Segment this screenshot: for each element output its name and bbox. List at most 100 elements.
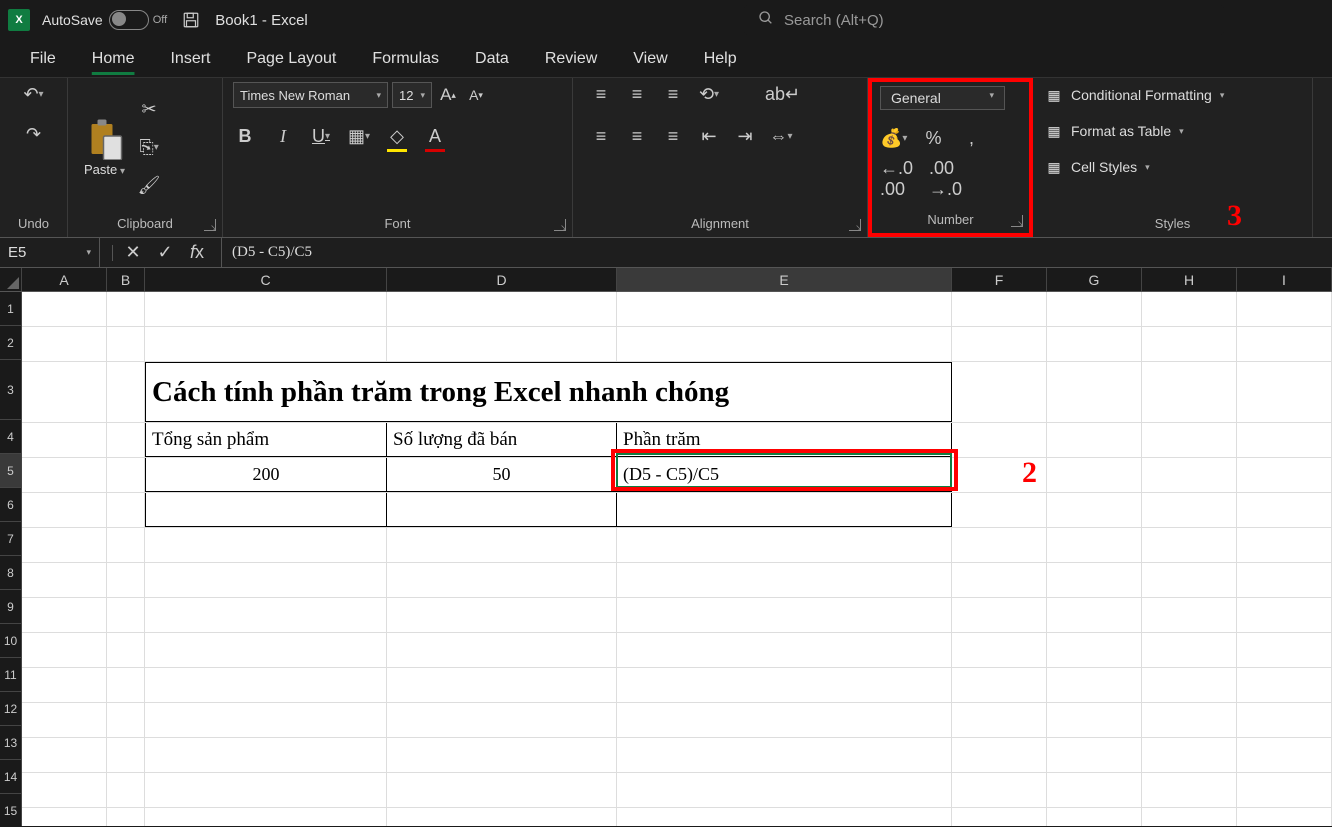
cell-I14[interactable]	[1237, 773, 1332, 807]
cell-D7[interactable]	[387, 528, 617, 562]
cell-G2[interactable]	[1047, 327, 1142, 361]
border-button[interactable]: ▦	[347, 124, 371, 148]
cell-E1[interactable]	[617, 292, 952, 326]
cell-G13[interactable]	[1047, 738, 1142, 772]
cell-B3[interactable]	[107, 362, 145, 422]
increase-indent-icon[interactable]: ⇥	[733, 124, 757, 148]
cell-C13[interactable]	[145, 738, 387, 772]
name-box[interactable]: E5 ▾	[0, 238, 100, 267]
cell-A4[interactable]	[22, 423, 107, 457]
column-header-E[interactable]: E	[617, 268, 952, 291]
enter-formula-icon[interactable]: ✓	[153, 241, 177, 265]
cell-H1[interactable]	[1142, 292, 1237, 326]
cell-H9[interactable]	[1142, 598, 1237, 632]
font-size-select[interactable]: 12▾	[392, 82, 432, 108]
cell-E6[interactable]	[617, 493, 952, 527]
column-header-A[interactable]: A	[22, 268, 107, 291]
cell-A5[interactable]	[22, 458, 107, 492]
tab-help[interactable]: Help	[686, 44, 755, 74]
left-align-icon[interactable]: ≡	[589, 124, 613, 148]
cell-I8[interactable]	[1237, 563, 1332, 597]
increase-decimal-icon[interactable]: ←.0.00	[880, 158, 913, 200]
cell-A15[interactable]	[22, 808, 107, 826]
cell-D5[interactable]: 50	[387, 458, 617, 492]
cell-I7[interactable]	[1237, 528, 1332, 562]
fx-icon[interactable]: fx	[185, 241, 209, 265]
row-header-10[interactable]: 10	[0, 624, 21, 658]
column-header-G[interactable]: G	[1047, 268, 1142, 291]
cell-A7[interactable]	[22, 528, 107, 562]
cell-F6[interactable]	[952, 493, 1047, 527]
clipboard-launcher[interactable]	[204, 219, 216, 231]
cell-G5[interactable]	[1047, 458, 1142, 492]
cell-H11[interactable]	[1142, 668, 1237, 702]
cell-F10[interactable]	[952, 633, 1047, 667]
cell-F3[interactable]	[952, 362, 1047, 422]
cell-I9[interactable]	[1237, 598, 1332, 632]
cell-H15[interactable]	[1142, 808, 1237, 826]
paste-button[interactable]: Paste	[78, 116, 131, 179]
cell-G6[interactable]	[1047, 493, 1142, 527]
cell-C2[interactable]	[145, 327, 387, 361]
alignment-launcher[interactable]	[849, 219, 861, 231]
row-header-7[interactable]: 7	[0, 522, 21, 556]
column-header-H[interactable]: H	[1142, 268, 1237, 291]
tab-page-layout[interactable]: Page Layout	[228, 44, 354, 74]
cell-B15[interactable]	[107, 808, 145, 826]
cell-A11[interactable]	[22, 668, 107, 702]
cell-I11[interactable]	[1237, 668, 1332, 702]
cell-E8[interactable]	[617, 563, 952, 597]
search-input[interactable]: Search (Alt+Q)	[744, 5, 1224, 35]
cell-I15[interactable]	[1237, 808, 1332, 826]
italic-button[interactable]: I	[271, 124, 295, 148]
tab-data[interactable]: Data	[457, 44, 527, 74]
row-header-13[interactable]: 13	[0, 726, 21, 760]
tab-formulas[interactable]: Formulas	[354, 44, 457, 74]
cell-B8[interactable]	[107, 563, 145, 597]
column-header-C[interactable]: C	[145, 268, 387, 291]
tab-review[interactable]: Review	[527, 44, 615, 74]
cell-E15[interactable]	[617, 808, 952, 826]
tab-insert[interactable]: Insert	[152, 44, 228, 74]
comma-format-icon[interactable]: ,	[959, 126, 983, 150]
cell-D13[interactable]	[387, 738, 617, 772]
cell-F8[interactable]	[952, 563, 1047, 597]
cell-F1[interactable]	[952, 292, 1047, 326]
cell-F9[interactable]	[952, 598, 1047, 632]
cell-H3[interactable]	[1142, 362, 1237, 422]
cell-A8[interactable]	[22, 563, 107, 597]
cell-F15[interactable]	[952, 808, 1047, 826]
cell-H7[interactable]	[1142, 528, 1237, 562]
cell-F13[interactable]	[952, 738, 1047, 772]
right-align-icon[interactable]: ≡	[661, 124, 685, 148]
cell-F7[interactable]	[952, 528, 1047, 562]
decrease-font-icon[interactable]: A▾	[464, 83, 488, 107]
cell-H8[interactable]	[1142, 563, 1237, 597]
cell-C6[interactable]	[145, 493, 387, 527]
cell-I4[interactable]	[1237, 423, 1332, 457]
cell-B11[interactable]	[107, 668, 145, 702]
cell-G15[interactable]	[1047, 808, 1142, 826]
row-header-9[interactable]: 9	[0, 590, 21, 624]
cell-A12[interactable]	[22, 703, 107, 737]
cell-G3[interactable]	[1047, 362, 1142, 422]
redo-button[interactable]: ↷	[22, 122, 46, 146]
cell-E14[interactable]	[617, 773, 952, 807]
top-align-icon[interactable]: ≡	[589, 82, 613, 106]
cell-I1[interactable]	[1237, 292, 1332, 326]
cell-A13[interactable]	[22, 738, 107, 772]
font-launcher[interactable]	[554, 219, 566, 231]
cell-A10[interactable]	[22, 633, 107, 667]
cell-F2[interactable]	[952, 327, 1047, 361]
row-header-11[interactable]: 11	[0, 658, 21, 692]
center-align-icon[interactable]: ≡	[625, 124, 649, 148]
cell-D8[interactable]	[387, 563, 617, 597]
cell-H14[interactable]	[1142, 773, 1237, 807]
cell-D4[interactable]: Số lượng đã bán	[387, 423, 617, 457]
cell-I13[interactable]	[1237, 738, 1332, 772]
row-header-2[interactable]: 2	[0, 326, 21, 360]
cell-D1[interactable]	[387, 292, 617, 326]
merge-center-icon[interactable]: ⇔	[769, 124, 793, 148]
cell-G10[interactable]	[1047, 633, 1142, 667]
increase-font-icon[interactable]: A▴	[436, 83, 460, 107]
